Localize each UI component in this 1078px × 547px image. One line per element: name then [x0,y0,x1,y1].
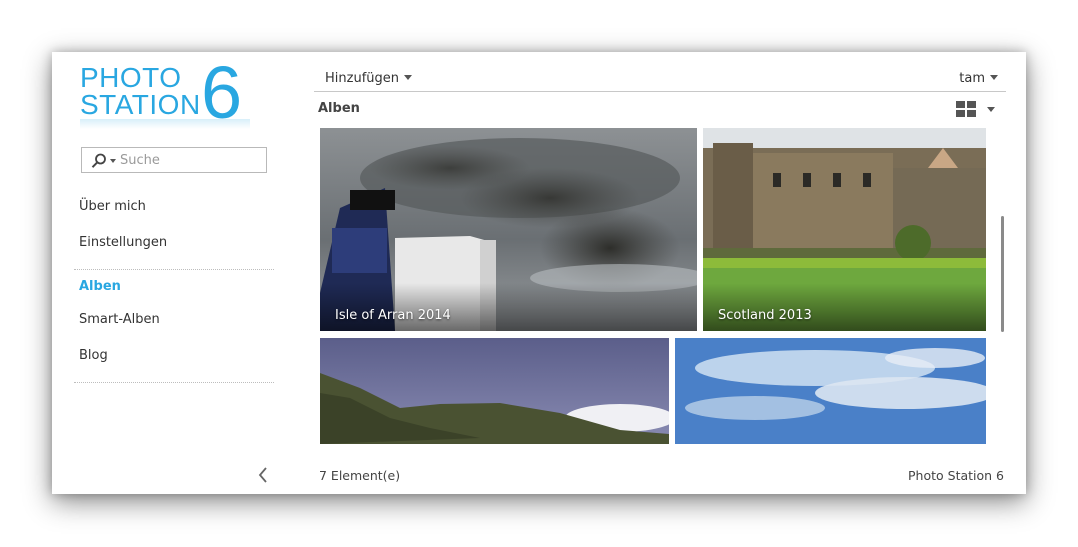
search-box[interactable] [81,147,267,173]
logo-reflection [80,119,250,129]
sidebar-divider [74,382,274,383]
album-tile-scotland[interactable]: Scotland 2013 [703,128,986,331]
sidebar-item-blog[interactable]: Blog [79,348,108,363]
search-input[interactable] [120,151,260,169]
album-title: Scotland 2013 [718,308,812,323]
sidebar: PHOTO STATION 6 Über mich Einstellungen … [52,52,302,494]
scrollbar[interactable] [1001,216,1004,332]
logo-line1: PHOTO [80,62,182,93]
sidebar-item-smart-albums[interactable]: Smart-Alben [79,312,160,327]
album-tile-sky[interactable] [675,338,986,444]
search-icon[interactable] [91,153,107,173]
sidebar-item-albums[interactable]: Alben [79,279,121,294]
photo-station-window: PHOTO STATION 6 Über mich Einstellungen … [52,52,1026,494]
logo-line2: STATION [80,89,201,120]
chevron-left-icon[interactable] [257,466,269,488]
album-thumbnail [320,338,669,444]
sidebar-item-about-me[interactable]: Über mich [79,199,146,214]
footer-brand: Photo Station 6 [908,468,1004,483]
album-tile-isle-of-arran[interactable]: Isle of Arran 2014 [320,128,697,331]
search-options-caret-icon[interactable] [110,159,116,163]
sidebar-item-settings[interactable]: Einstellungen [79,235,167,250]
photo-station-logo: PHOTO STATION 6 [80,56,250,130]
album-thumbnail [675,338,986,444]
album-grid: Isle of Arran 2014 Scotland 2013 [314,52,1026,494]
album-title: Isle of Arran 2014 [335,308,451,323]
sidebar-divider [74,269,274,270]
album-tile-hills[interactable] [320,338,669,444]
main-content: Hinzufügen tam Alben Isle of Arran 2014 … [314,52,1026,494]
item-count: 7 Element(e) [319,468,401,483]
